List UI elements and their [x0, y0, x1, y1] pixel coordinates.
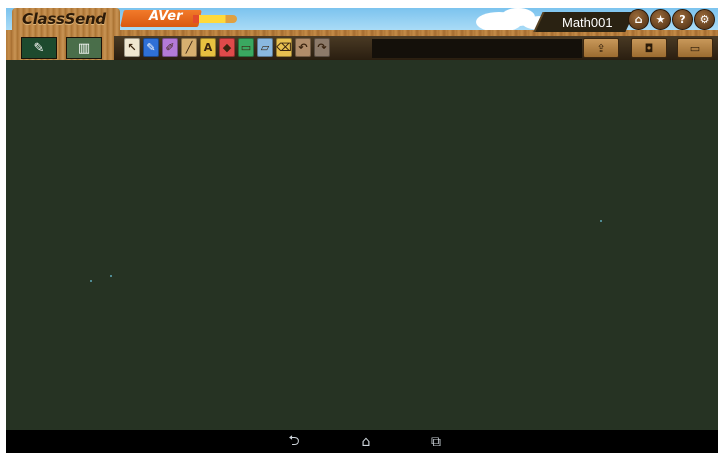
favorite-button[interactable]: ★: [650, 9, 671, 30]
toolbar-spacer: [372, 39, 582, 58]
settings-button[interactable]: ⚙: [694, 9, 715, 30]
clear-tool-button[interactable]: ⌫: [276, 38, 292, 57]
share-icon: ⇪: [596, 41, 606, 55]
shape-tool-button[interactable]: ◆: [219, 38, 235, 57]
pointer-tool-button[interactable]: ↖: [124, 38, 140, 57]
split-view-icon: ▥: [77, 40, 91, 56]
help-icon: ?: [679, 13, 686, 26]
highlighter-tool-icon: ✐: [165, 41, 175, 54]
redo-tool-button[interactable]: ↷: [314, 38, 330, 57]
home-icon: ⌂: [634, 13, 643, 26]
help-button[interactable]: ?: [672, 9, 693, 30]
star-icon: ★: [655, 13, 666, 26]
undo-tool-icon: ↶: [298, 41, 308, 54]
split-mode-button[interactable]: ▥: [66, 37, 102, 59]
classsend-app: ClassSend AVer Math001 ⌂ ★ ? ⚙ ✎ ▥ ↖ ✎ ✐ ╱ A…: [0, 0, 718, 453]
pen-tool-icon: ✎: [146, 41, 156, 54]
recent-apps-button[interactable]: ⧉: [424, 433, 448, 450]
image-tool-button[interactable]: ▭: [238, 38, 254, 57]
clear-tool-icon: ⌫: [276, 41, 292, 54]
image-tool-icon: ▭: [240, 41, 252, 54]
text-tool-icon: A: [203, 41, 213, 54]
chalk-dot: [90, 280, 92, 282]
brand-logo: AVer: [149, 9, 183, 24]
share-button[interactable]: ⇪: [583, 38, 619, 58]
home-nav-icon: ⌂: [361, 433, 371, 450]
settings-icon: ⚙: [699, 13, 710, 26]
home-button[interactable]: ⌂: [628, 9, 649, 30]
chalk-dot: [600, 220, 602, 222]
pen-tool-button[interactable]: ✎: [143, 38, 159, 57]
presenter-button[interactable]: ▭: [677, 38, 713, 58]
class-name-label: Math001: [562, 15, 613, 30]
line-tool-button[interactable]: ╱: [181, 38, 197, 57]
back-button[interactable]: ⮌: [282, 433, 306, 450]
android-navigation-bar: ⮌ ⌂ ⧉: [6, 430, 718, 453]
pointer-tool-icon: ↖: [127, 41, 137, 54]
line-tool-icon: ╱: [185, 41, 193, 54]
undo-tool-button[interactable]: ↶: [295, 38, 311, 57]
redo-tool-icon: ↷: [317, 41, 327, 54]
camera-icon: ◘: [644, 41, 654, 55]
back-icon: ⮌: [288, 432, 300, 449]
whiteboard-mode-button[interactable]: ✎: [21, 37, 57, 59]
presenter-icon: ▭: [689, 41, 701, 55]
app-logo: ClassSend: [22, 10, 106, 28]
pencil-decoration-icon: [193, 15, 237, 23]
camera-button[interactable]: ◘: [631, 38, 667, 58]
eraser-tool-icon: ▱: [260, 41, 270, 54]
chalkboard-canvas[interactable]: [6, 60, 718, 430]
whiteboard-icon: ✎: [33, 40, 45, 56]
highlighter-tool-button[interactable]: ✐: [162, 38, 178, 57]
shape-tool-icon: ◆: [222, 41, 232, 54]
text-tool-button[interactable]: A: [200, 38, 216, 57]
home-nav-button[interactable]: ⌂: [354, 433, 378, 450]
eraser-tool-button[interactable]: ▱: [257, 38, 273, 57]
recent-apps-icon: ⧉: [431, 433, 441, 450]
chalk-dot: [110, 275, 112, 277]
app-header: ClassSend AVer Math001 ⌂ ★ ? ⚙ ✎ ▥ ↖ ✎ ✐ ╱ A…: [6, 8, 718, 60]
